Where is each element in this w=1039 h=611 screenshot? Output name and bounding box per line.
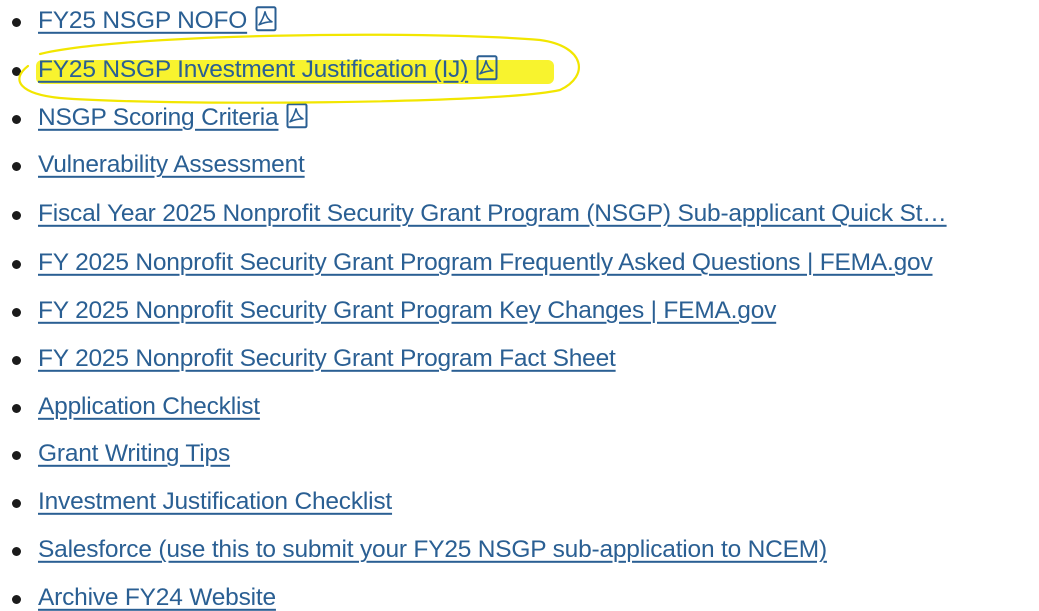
list-item: FY25 NSGP Investment Justification (IJ) (0, 51, 1039, 91)
list-item: Fiscal Year 2025 Nonprofit Security Gran… (0, 195, 1039, 235)
link-quick-start-guide[interactable]: Fiscal Year 2025 Nonprofit Security Gran… (38, 199, 947, 229)
list-item: Vulnerability Assessment (0, 146, 1039, 186)
bullet (12, 595, 21, 604)
bullet (12, 18, 21, 27)
list-item: Investment Justification Checklist (0, 483, 1039, 523)
link-vulnerability-assessment[interactable]: Vulnerability Assessment (38, 150, 305, 180)
bullet (12, 162, 21, 171)
bullet (12, 451, 21, 460)
list-item: FY 2025 Nonprofit Security Grant Program… (0, 340, 1039, 380)
list-item: Application Checklist (0, 388, 1039, 428)
bullet (12, 67, 21, 76)
pdf-file-icon (286, 102, 308, 128)
link-faq-fema[interactable]: FY 2025 Nonprofit Security Grant Program… (38, 248, 933, 278)
link-investment-justification[interactable]: FY25 NSGP Investment Justification (IJ) (38, 54, 498, 85)
bullet (12, 260, 21, 269)
list-item: Salesforce (use this to submit your FY25… (0, 531, 1039, 571)
link-salesforce[interactable]: Salesforce (use this to submit your FY25… (38, 535, 827, 565)
pdf-file-icon (255, 5, 277, 31)
bullet (12, 404, 21, 413)
link-scoring-criteria[interactable]: NSGP Scoring Criteria (38, 102, 308, 133)
link-ij-checklist[interactable]: Investment Justification Checklist (38, 487, 392, 517)
bullet (12, 499, 21, 508)
list-item: Archive FY24 Website (0, 579, 1039, 611)
bullet (12, 211, 21, 220)
bullet (12, 308, 21, 317)
list-item: FY 2025 Nonprofit Security Grant Program… (0, 244, 1039, 284)
list-item: Grant Writing Tips (0, 435, 1039, 475)
list-item: NSGP Scoring Criteria (0, 99, 1039, 139)
link-archive-fy24[interactable]: Archive FY24 Website (38, 583, 276, 611)
list-item: FY25 NSGP NOFO (0, 2, 1039, 42)
link-application-checklist[interactable]: Application Checklist (38, 392, 260, 422)
pdf-file-icon (476, 54, 498, 80)
link-fact-sheet[interactable]: FY 2025 Nonprofit Security Grant Program… (38, 344, 616, 374)
link-key-changes-fema[interactable]: FY 2025 Nonprofit Security Grant Program… (38, 296, 776, 326)
link-grant-writing-tips[interactable]: Grant Writing Tips (38, 439, 230, 469)
bullet (12, 356, 21, 365)
list-item: FY 2025 Nonprofit Security Grant Program… (0, 292, 1039, 332)
bullet (12, 547, 21, 556)
link-fy25-nsgp-nofo[interactable]: FY25 NSGP NOFO (38, 5, 277, 36)
bullet (12, 115, 21, 124)
